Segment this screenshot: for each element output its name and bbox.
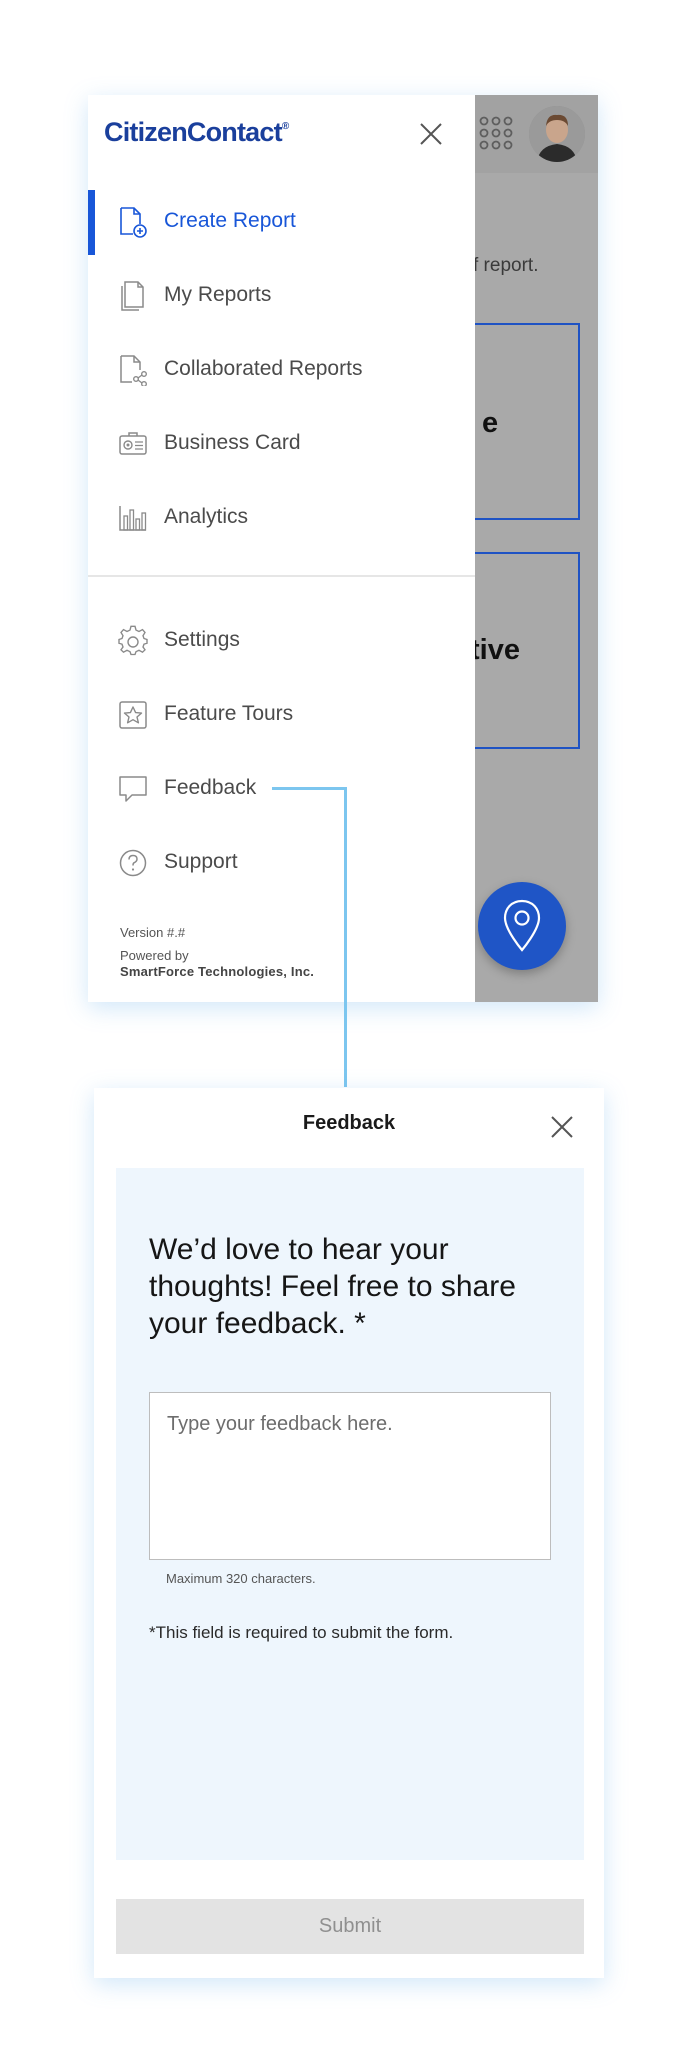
collaborated-reports-icon [118,354,148,386]
character-limit-hint: Maximum 320 characters. [166,1571,316,1586]
menu-divider [88,575,475,577]
menu-item-label: My Reports [164,283,272,306]
flow-connector-line [344,787,347,1087]
create-report-icon [118,206,147,238]
avatar[interactable] [529,106,585,162]
business-card-icon [118,428,147,460]
menu-item-analytics[interactable]: Analytics [88,487,475,549]
menu-item-business-card[interactable]: Business Card [88,413,475,475]
menu-item-feature-tours[interactable]: Feature Tours [88,684,475,746]
menu-item-label: Support [164,850,238,873]
menu-item-label: Analytics [164,505,249,528]
close-icon[interactable] [549,1114,575,1140]
analytics-icon [118,502,147,534]
star-icon [118,699,147,731]
menu-item-create-report[interactable]: Create Report [88,191,475,253]
gear-icon [118,625,148,657]
menu-item-label: Create Report [164,209,296,232]
required-field-note: *This field is required to submit the fo… [149,1623,454,1642]
drawer-header: CitizenContact® [88,95,475,173]
navigation-drawer: CitizenContact® Create Report My Reports… [88,95,475,1002]
map-pin-icon [503,899,541,952]
close-icon[interactable] [418,121,444,147]
menu-item-support[interactable]: Support [88,832,475,894]
menu-item-label: Collaborated Reports [164,357,363,380]
feedback-heading: We’d love to hear your thoughts! Feel fr… [149,1233,516,1340]
company-name: SmartForce Technologies, Inc. [120,964,315,979]
chat-bubble-icon [118,773,147,805]
menu-item-my-reports[interactable]: My Reports [88,265,475,327]
flow-connector-line [272,787,347,790]
menu-item-label: Feature Tours [164,702,294,725]
menu-item-label: Feedback [164,776,257,799]
apps-grid-icon[interactable] [478,115,514,151]
menu-item-settings[interactable]: Settings [88,610,475,672]
navigation-screen: f report. e tive CitizenContact® Create … [88,95,598,1002]
brand-logo: CitizenContact® [104,117,289,147]
report-type-card-label: tive [470,634,520,666]
submit-button[interactable]: Submit [116,1899,584,1954]
feedback-screen: Feedback We’d love to hear your thoughts… [94,1088,604,1978]
my-reports-icon [118,280,146,312]
feedback-form-panel: We’d love to hear your thoughts! Feel fr… [116,1168,584,1860]
powered-by-text: Powered by [120,948,189,963]
version-text: Version #.# [120,925,186,940]
menu-item-collaborated-reports[interactable]: Collaborated Reports [88,339,475,401]
background-partial-text: f report. [473,255,539,276]
question-icon [118,847,147,879]
page-title: Feedback [302,1112,396,1134]
menu-item-label: Business Card [164,431,301,454]
feedback-textarea[interactable] [149,1392,551,1560]
location-fab-button[interactable] [478,882,566,970]
menu-item-label: Settings [164,628,240,651]
report-type-card-label: e [482,407,499,439]
